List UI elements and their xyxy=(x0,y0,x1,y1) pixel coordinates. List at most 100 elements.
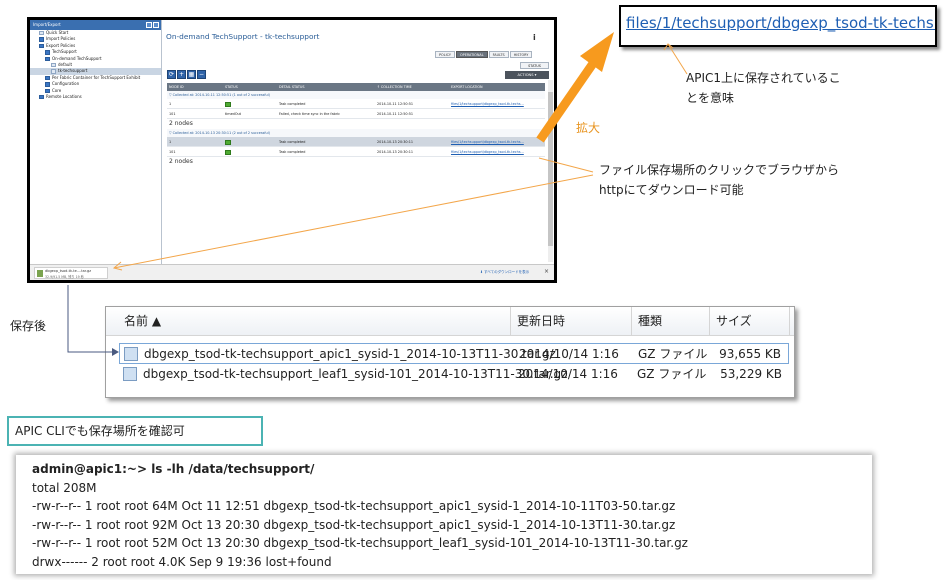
export-location-link[interactable]: files/1/techsupport/dbgexp_tsod-tk-techs… xyxy=(451,137,524,147)
sidebar-collapse-icon[interactable] xyxy=(153,22,159,28)
status-ok-icon xyxy=(225,149,231,155)
group-row[interactable]: ▽ Collected at: 2014-10-13 20:30:11 (2 o… xyxy=(167,129,545,137)
export-location-link[interactable]: files/1/techsupport/dbgexp_tsod-tk-techs… xyxy=(451,99,524,109)
annotation-after-save: 保存後 xyxy=(10,319,47,333)
cli-output-line: -rw-r--r-- 1 root root 52M Oct 13 20:30 … xyxy=(32,536,688,550)
file-name: dbgexp_tsod-tk-techsupport_apic1_sysid-1… xyxy=(144,347,556,361)
file-row[interactable]: dbgexp_tsod-tk-techsupport_leaf1_sysid-1… xyxy=(119,364,789,385)
techsupport-table: NODE ID STATUS DETAIL STATUS ↑ COLLECTIO… xyxy=(167,83,545,167)
table-body: ▽ Collected at: 2014-10-11 12:50:51 (1 o… xyxy=(167,91,545,167)
file-size: 53,229 KB xyxy=(720,367,782,381)
annotation-zoom: 拡大 xyxy=(576,121,601,135)
browser-download-bar: dbgexp_tsod-tk-te....tar.gz 32.9/91.5 MB… xyxy=(30,264,554,280)
tab-status[interactable]: STATUS xyxy=(520,62,549,69)
collection-time-cell: 2014-10-11 12:50:51 xyxy=(377,102,414,106)
annotation-http-download: ファイル保存場所のクリックでブラウザから httpにてダウンロード可能 xyxy=(599,163,840,197)
collection-time-cell: 2014-10-11 12:50:51 xyxy=(377,112,414,116)
col-type[interactable]: 種類 xyxy=(632,307,710,336)
show-all-downloads-link[interactable]: ⬇ すべてのダウンロードを表示 xyxy=(480,270,529,275)
node-id-cell: 101 xyxy=(169,112,176,116)
folder-icon xyxy=(39,43,44,49)
archive-file-icon xyxy=(123,367,137,381)
table-row[interactable]: 1 Task completed 2014-10-11 12:50:51 files/… xyxy=(167,99,545,109)
view-tabs: POLICY OPERATIONAL FAULTS HISTORY xyxy=(435,51,533,58)
remove-icon[interactable]: − xyxy=(197,70,206,79)
export-location-link[interactable]: files/1/techsupport/dbgexp_tsod-tk-techs… xyxy=(626,14,935,32)
detail-status-cell: Task completed xyxy=(279,150,306,154)
cli-output-line: total 208M xyxy=(32,480,97,495)
sidebar-header: Import/Export xyxy=(30,20,161,30)
col-node-id[interactable]: NODE ID xyxy=(169,83,184,91)
col-name[interactable]: 名前 ▲ xyxy=(118,307,511,336)
detail-status-cell: Task completed xyxy=(279,140,306,144)
tab-policy[interactable]: POLICY xyxy=(435,51,455,58)
export-location-link[interactable]: files/1/techsupport/dbgexp_tsod-tk-techs… xyxy=(451,147,524,157)
apic-window: Import/Export Quick Start Import Policies… xyxy=(27,17,557,283)
file-modified: 2014/10/14 1:16 xyxy=(519,347,619,361)
tree-item[interactable]: Remote Locations xyxy=(30,94,161,100)
nodes-count: 2 nodes xyxy=(169,120,193,127)
table-header: NODE ID STATUS DETAIL STATUS ↑ COLLECTIO… xyxy=(167,83,545,91)
table-row[interactable]: 101 Task completed 2014-10-13 20:30:11 file… xyxy=(167,147,545,157)
archive-file-icon xyxy=(37,270,43,277)
zoomed-export-link: files/1/techsupport/dbgexp_tsod-tk-techs… xyxy=(619,5,937,47)
explorer-column-header: 名前 ▲ 更新日時 種類 サイズ xyxy=(106,307,794,336)
close-icon[interactable]: × xyxy=(544,268,549,275)
folder-icon xyxy=(45,50,50,55)
navigation-sidebar: Import/Export Quick Start Import Policies… xyxy=(30,20,162,264)
file-size: 93,655 KB xyxy=(719,347,781,361)
document-icon xyxy=(51,62,56,68)
folder-icon xyxy=(45,82,50,87)
table-row[interactable]: 101 timedOut Failed, check time sync in th… xyxy=(167,109,545,119)
folder-icon xyxy=(45,56,50,61)
actions-button[interactable]: ACTIONS ▾ xyxy=(505,71,549,79)
status-cell: timedOut xyxy=(225,112,241,116)
file-explorer: 名前 ▲ 更新日時 種類 サイズ dbgexp_tsod-tk-techsupp… xyxy=(105,306,795,398)
col-detail-status[interactable]: DETAIL STATUS xyxy=(279,83,305,91)
add-icon[interactable]: + xyxy=(177,70,186,79)
actions-label: ACTIONS xyxy=(517,73,534,77)
node-id-cell: 1 xyxy=(169,140,172,144)
download-filename: dbgexp_tsod-tk-te....tar.gz xyxy=(45,269,92,273)
file-row[interactable]: dbgexp_tsod-tk-techsupport_apic1_sysid-1… xyxy=(119,343,789,364)
cli-output-line: drwx------ 2 root root 4.0K Sep 9 19:36 … xyxy=(32,554,332,569)
col-modified[interactable]: 更新日時 xyxy=(511,307,632,336)
sidebar-expand-icon[interactable] xyxy=(146,22,152,28)
document-icon xyxy=(51,69,56,74)
download-item[interactable]: dbgexp_tsod-tk-te....tar.gz 32.9/91.5 MB… xyxy=(34,267,108,279)
folder-icon xyxy=(39,94,44,100)
cli-output-line: -rw-r--r-- 1 root root 92M Oct 13 20:30 … xyxy=(32,517,676,532)
navigation-tree: Quick Start Import Policies Export Policie… xyxy=(30,30,161,100)
col-size[interactable]: サイズ xyxy=(710,307,790,336)
file-type: GZ ファイル xyxy=(638,347,708,361)
tree-item-label: Remote Locations xyxy=(46,93,82,99)
detail-status-cell: Failed, check time sync in the fabric xyxy=(279,112,341,116)
collection-time-cell: 2014-10-13 20:30:11 xyxy=(377,140,414,144)
cli-output: admin@apic1:~> ls -lh /data/techsupport/… xyxy=(16,455,872,574)
archive-file-icon xyxy=(124,347,138,361)
file-modified: 2014/10/14 1:16 xyxy=(518,367,618,381)
configure-columns-icon[interactable]: ▦ xyxy=(187,70,196,79)
table-row[interactable]: 1 Task completed 2014-10-13 20:30:11 files/… xyxy=(167,137,545,147)
nodes-count: 2 nodes xyxy=(169,158,193,165)
col-export-location[interactable]: EXPORT LOCATION xyxy=(451,83,483,91)
tab-operational[interactable]: OPERATIONAL xyxy=(455,51,488,58)
saved-pointer-line xyxy=(667,43,688,75)
scroll-thumb[interactable] xyxy=(548,92,553,246)
info-icon[interactable]: i xyxy=(533,33,536,42)
file-name: dbgexp_tsod-tk-techsupport_leaf1_sysid-1… xyxy=(143,367,568,381)
group-row[interactable]: ▽ Collected at: 2014-10-11 12:50:51 (1 o… xyxy=(167,91,545,99)
col-collection-time[interactable]: ↑ COLLECTION TIME xyxy=(377,83,412,91)
zoom-arrow-head xyxy=(580,32,614,72)
document-icon xyxy=(39,31,44,36)
tab-faults[interactable]: FAULTS xyxy=(488,51,509,58)
cli-note-box: APIC CLIでも保存場所を確認可 xyxy=(7,416,263,446)
folder-icon xyxy=(39,37,44,42)
page-title: On-demand TechSupport - tk-techsupport xyxy=(166,32,320,41)
col-status[interactable]: STATUS xyxy=(225,83,238,91)
refresh-icon[interactable]: ⟳ xyxy=(167,70,176,79)
content-scrollbar[interactable] xyxy=(548,80,553,262)
content-pane: On-demand TechSupport - tk-techsupport i… xyxy=(163,20,554,264)
status-ok-icon xyxy=(225,101,231,107)
tab-history[interactable]: HISTORY xyxy=(509,51,533,58)
